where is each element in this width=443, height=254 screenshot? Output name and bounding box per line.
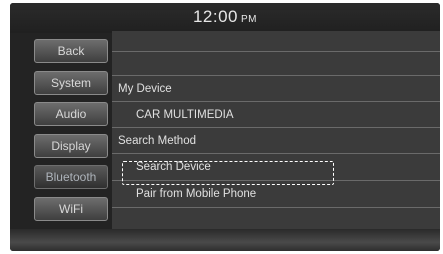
settings-sidebar: Back System Audio Display Bluetooth WiFi: [34, 39, 108, 228]
head-unit-screen: 12:00 PM Back System Audio Display Blueto…: [10, 3, 440, 251]
list-row-empty-1: [112, 31, 440, 52]
device-name-label: CAR MULTIMEDIA: [136, 108, 234, 121]
pair-from-mobile-item[interactable]: Pair from Mobile Phone: [112, 181, 440, 208]
sidebar-item-display[interactable]: Display: [34, 133, 108, 158]
sidebar-item-audio[interactable]: Audio: [34, 102, 108, 126]
my-device-header: My Device: [112, 76, 440, 102]
status-bar: 12:00 PM: [10, 3, 440, 33]
sidebar-item-wifi[interactable]: WiFi: [34, 196, 108, 221]
device-name-item[interactable]: CAR MULTIMEDIA: [112, 102, 440, 128]
clock: 12:00 PM: [10, 7, 440, 27]
bottom-bezel: [10, 229, 440, 251]
my-device-label: My Device: [118, 82, 172, 95]
list-row-empty-2: [112, 52, 440, 76]
clock-ampm: PM: [241, 14, 258, 25]
sidebar-item-system[interactable]: System: [34, 70, 108, 95]
bluetooth-settings-list: My Device CAR MULTIMEDIA Search Method S…: [112, 31, 440, 233]
sidebar-item-bluetooth[interactable]: Bluetooth: [34, 165, 108, 189]
search-method-label: Search Method: [118, 134, 196, 147]
clock-time: 12:00: [192, 7, 239, 26]
focus-indicator: [122, 161, 334, 185]
search-method-header: Search Method: [112, 128, 440, 154]
pair-from-mobile-label: Pair from Mobile Phone: [136, 188, 257, 200]
back-button[interactable]: Back: [34, 39, 108, 63]
